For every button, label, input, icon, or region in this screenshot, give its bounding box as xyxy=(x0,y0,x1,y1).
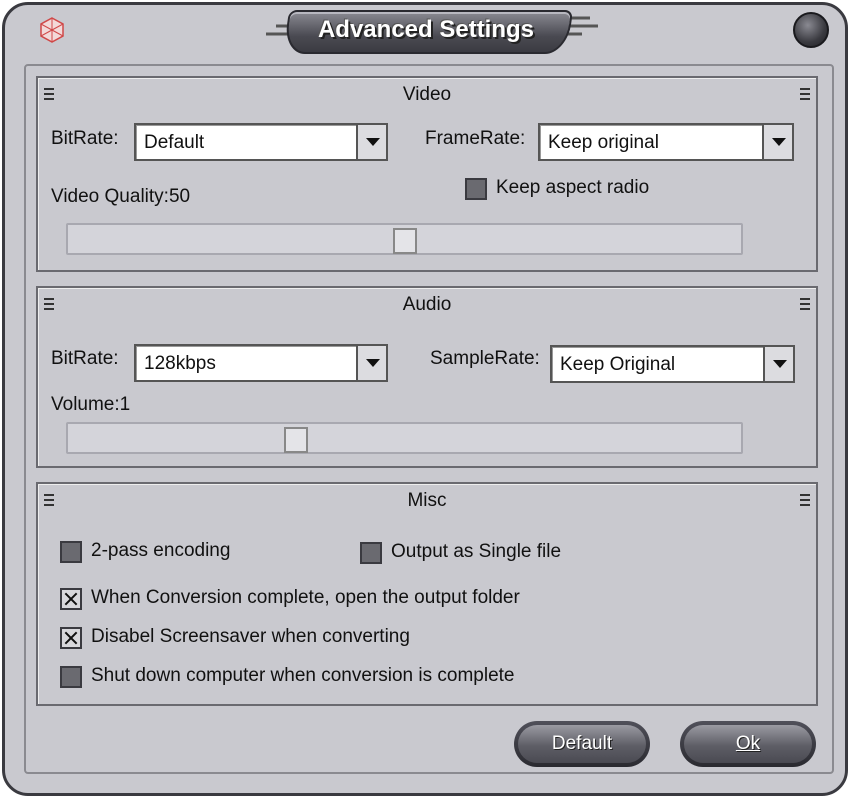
two-pass-checkbox[interactable] xyxy=(60,541,82,563)
audio-group-title: Audio xyxy=(402,294,452,315)
chevron-down-icon[interactable] xyxy=(762,125,792,159)
audio-bitrate-select[interactable]: 128kbps xyxy=(134,344,388,382)
audio-bitrate-label: BitRate: xyxy=(51,348,119,369)
chevron-down-icon[interactable] xyxy=(356,346,386,380)
default-button-label: Default xyxy=(551,733,613,754)
ok-button-label: Ok xyxy=(735,733,761,754)
video-quality-label: Video Quality:50 xyxy=(51,186,191,207)
two-pass-label: 2-pass encoding xyxy=(91,540,231,561)
video-bitrate-label: BitRate: xyxy=(51,128,119,149)
framerate-label: FrameRate: xyxy=(425,128,526,149)
samplerate-select[interactable]: Keep Original xyxy=(550,345,795,383)
default-button[interactable]: Default xyxy=(514,721,650,767)
window-title: Advanced Settings xyxy=(317,16,535,43)
shutdown-label: Shut down computer when conversion is co… xyxy=(91,665,515,686)
app-logo-icon xyxy=(40,17,64,43)
disable-screensaver-checkbox[interactable] xyxy=(60,627,82,649)
close-button[interactable] xyxy=(793,12,829,48)
volume-slider-thumb[interactable] xyxy=(284,427,308,453)
video-bitrate-select[interactable]: Default xyxy=(134,123,388,161)
video-bitrate-value: Default xyxy=(144,132,205,153)
chevron-down-icon[interactable] xyxy=(763,347,793,381)
single-file-checkbox[interactable] xyxy=(360,542,382,564)
samplerate-value: Keep Original xyxy=(560,354,676,375)
volume-slider[interactable] xyxy=(66,422,743,454)
ok-button[interactable]: Ok xyxy=(680,721,816,767)
volume-label: Volume:1 xyxy=(51,394,131,415)
framerate-value: Keep original xyxy=(548,132,659,153)
shutdown-checkbox[interactable] xyxy=(60,666,82,688)
framerate-select[interactable]: Keep original xyxy=(538,123,794,161)
chevron-down-icon[interactable] xyxy=(356,125,386,159)
video-quality-slider-thumb[interactable] xyxy=(393,228,417,254)
samplerate-label: SampleRate: xyxy=(430,348,540,369)
video-quality-slider[interactable] xyxy=(66,223,743,255)
disable-screensaver-label: Disabel Screensaver when converting xyxy=(91,626,410,647)
misc-group-title: Misc xyxy=(407,490,447,511)
single-file-label: Output as Single file xyxy=(391,541,562,562)
video-group-title: Video xyxy=(402,84,452,105)
audio-bitrate-value: 128kbps xyxy=(144,353,216,374)
keep-aspect-label: Keep aspect radio xyxy=(496,177,650,198)
keep-aspect-checkbox[interactable] xyxy=(465,178,487,200)
open-folder-checkbox[interactable] xyxy=(60,588,82,610)
open-folder-label: When Conversion complete, open the outpu… xyxy=(91,587,520,608)
